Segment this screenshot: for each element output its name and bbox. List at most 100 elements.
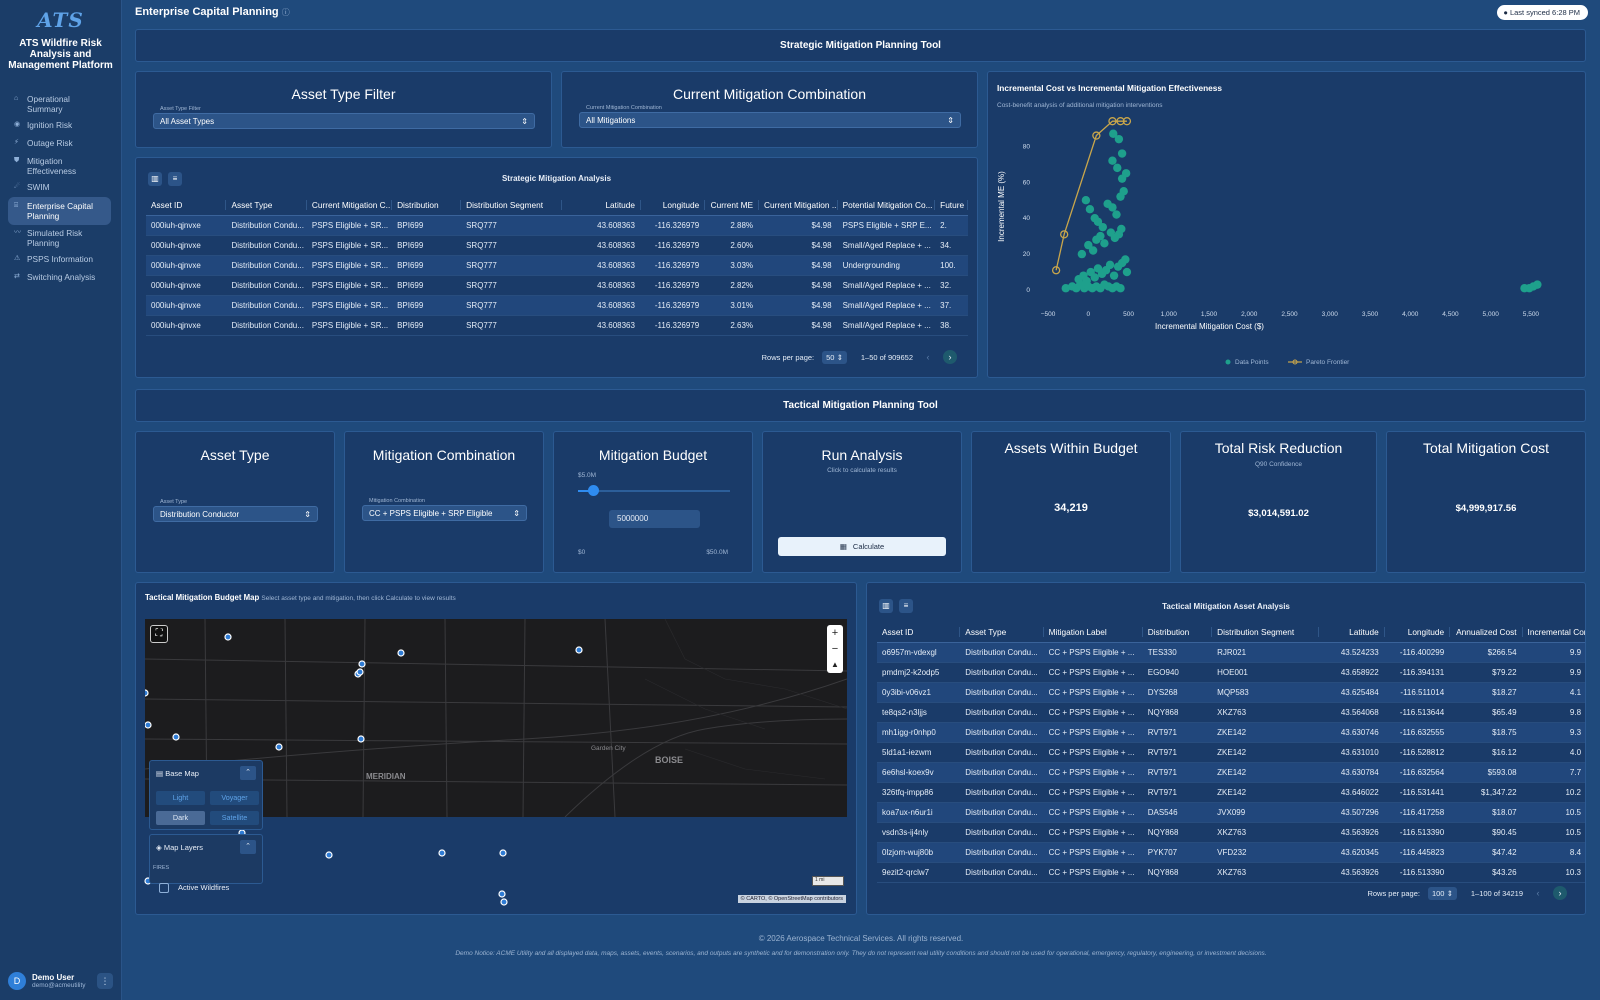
sidebar-item-switching-analysis[interactable]: ⇄ Switching Analysis <box>0 269 113 287</box>
place-garden-city: Garden City <box>591 745 626 752</box>
style-dark[interactable]: Dark <box>156 811 205 825</box>
sidebar-item-swim[interactable]: ☄ SWIM <box>0 179 113 197</box>
active-wildfires-checkbox[interactable] <box>159 883 169 893</box>
data-point <box>1105 260 1115 270</box>
column-header[interactable]: Asset ID <box>146 199 227 210</box>
table-row[interactable]: 0y3ibi-v06vz1 Distribution Condu... CC + P… <box>877 683 1585 703</box>
column-header[interactable]: Asset ID <box>877 626 961 637</box>
calculator-icon: ▦ <box>839 542 847 551</box>
column-header[interactable]: Distribution Segment <box>1212 626 1320 637</box>
table-row[interactable]: 000iuh-qjnvxe Distribution Condu... PSPS E… <box>146 296 968 316</box>
x-tick-label: 2,500 <box>1281 311 1298 318</box>
table-row[interactable]: pmdmj2-k2odp5 Distribution Condu... CC + P… <box>877 663 1585 683</box>
sidebar-item-outage-risk[interactable]: ⚡ Outage Risk <box>0 135 113 153</box>
run-analysis-card: Run Analysis Click to calculate results … <box>762 431 962 573</box>
rows-per-page-select[interactable]: 100 ⇕ <box>1427 886 1457 900</box>
table-row[interactable]: te8qs2-n3ljjs Distribution Condu... CC + P… <box>877 703 1585 723</box>
table-cell: 43.625484 <box>1340 688 1379 697</box>
column-header[interactable]: Annualized Cost <box>1450 626 1523 637</box>
map-attribution[interactable]: © CARTO, © OpenStreetMap contributors <box>737 895 846 903</box>
table-row[interactable]: 6e6hsl-koex9v Distribution Condu... CC + P… <box>877 763 1585 783</box>
prev-page-icon[interactable]: ‹ <box>921 350 935 364</box>
table-cell: 2. <box>940 221 947 230</box>
table-row[interactable]: mh1igg-r0nhp0 Distribution Condu... CC + P… <box>877 723 1585 743</box>
column-header[interactable]: Current Mitigation ... <box>759 199 838 210</box>
table-row[interactable]: 326tfq-impp86 Distribution Condu... CC + P… <box>877 783 1585 803</box>
swim-icon: ☄ <box>14 183 21 190</box>
table-cell: -116.511014 <box>1400 688 1445 697</box>
tactical-mitigation-select[interactable]: CC + PSPS Eligible + SRP Eligible ⇕ <box>362 505 527 521</box>
base-map-control: ▤ Base Map ⌃ Light Voyager Dark Satellit… <box>149 760 263 830</box>
column-header[interactable]: Distribution <box>1143 626 1213 637</box>
shield-icon: ⛊ <box>14 157 20 164</box>
table-row[interactable]: 000iuh-qjnvxe Distribution Condu... PSPS E… <box>146 316 968 336</box>
sidebar-item-enterprise-capital-planning[interactable]: ⌸ Enterprise Capital Planning <box>8 197 111 225</box>
rows-per-page-select[interactable]: 50 ⇕ <box>822 350 847 364</box>
style-voyager[interactable]: Voyager <box>210 791 259 805</box>
column-header[interactable]: Latitude <box>562 199 641 210</box>
table-row[interactable]: 000iuh-qjnvxe Distribution Condu... PSPS E… <box>146 216 968 236</box>
budget-slider-track[interactable] <box>578 485 730 496</box>
table-cell: 43.507296 <box>1340 808 1379 817</box>
sidebar-item-ignition-risk[interactable]: ◉ Ignition Risk <box>0 117 113 135</box>
sidebar-item-mitigation-effectiveness[interactable]: ⛊ Mitigation Effectiveness <box>0 153 113 179</box>
next-page-icon[interactable]: › <box>943 350 957 364</box>
table-row[interactable]: koa7ux-n6ur1i Distribution Condu... CC + P… <box>877 803 1585 823</box>
table-row[interactable]: 000iuh-qjnvxe Distribution Condu... PSPS E… <box>146 276 968 296</box>
column-header[interactable]: Distribution Segment <box>461 199 563 210</box>
table-cell: 43.608363 <box>597 221 635 230</box>
table-row[interactable]: 5ld1a1-iezwm Distribution Condu... CC + PS… <box>877 743 1585 763</box>
column-header[interactable]: Longitude <box>641 199 706 210</box>
fullscreen-icon[interactable]: ⛶ <box>150 625 168 643</box>
budget-input[interactable]: 5000000 <box>609 510 700 528</box>
next-page-icon[interactable]: › <box>1553 886 1567 900</box>
prev-page-icon[interactable]: ‹ <box>1531 886 1545 900</box>
sidebar-item-operational-summary[interactable]: ⌂ Operational Summary <box>0 91 113 117</box>
calculate-button[interactable]: ▦ Calculate <box>778 537 946 556</box>
table-cell: Small/Aged Replace + ... <box>842 241 931 250</box>
asset-filter-value: All Asset Types <box>160 116 215 126</box>
column-header[interactable]: Incremental Comb <box>1523 627 1585 637</box>
column-header[interactable]: Longitude <box>1385 626 1451 637</box>
table-cell: $79.22 <box>1492 668 1517 677</box>
table-row[interactable]: vsdn3s-ij4nly Distribution Condu... CC + P… <box>877 823 1585 843</box>
style-light[interactable]: Light <box>156 791 205 805</box>
compass-icon[interactable]: ▲ <box>827 657 843 673</box>
mitigation-combination-select[interactable]: All Mitigations ⇕ <box>579 112 961 128</box>
column-header[interactable]: Potential Mitigation Co... <box>838 199 936 210</box>
column-header[interactable]: Distribution <box>392 199 462 210</box>
column-header[interactable]: Latitude <box>1319 626 1385 637</box>
table-row[interactable]: 9ezit2-qrclw7 Distribution Condu... CC + P… <box>877 863 1585 883</box>
asset-type-select[interactable]: All Asset Types ⇕ <box>153 113 535 129</box>
sidebar-item-simulated-risk-planning[interactable]: 〰 Simulated Risk Planning <box>0 225 113 251</box>
column-header[interactable]: Asset Type <box>960 626 1044 637</box>
column-header[interactable]: Current Mitigation C... <box>307 199 393 210</box>
zoom-in-icon[interactable]: + <box>827 625 843 641</box>
column-header[interactable]: Future <box>935 199 968 210</box>
zoom-out-icon[interactable]: − <box>827 641 843 657</box>
table-row[interactable]: 000iuh-qjnvxe Distribution Condu... PSPS E… <box>146 236 968 256</box>
tactical-asset-type-select[interactable]: Distribution Conductor ⇕ <box>153 506 318 522</box>
table-row[interactable]: 0lzjom-wuj80b Distribution Condu... CC + P… <box>877 843 1585 863</box>
sidebar-item-psps-information[interactable]: ⚠ PSPS Information <box>0 251 113 269</box>
collapse-icon[interactable]: ⌃ <box>240 840 256 854</box>
column-header[interactable]: Mitigation Label <box>1044 626 1143 637</box>
table-cell: -116.531441 <box>1399 788 1445 797</box>
legend-pareto-frontier: Pareto Frontier <box>1306 359 1350 366</box>
more-vert-icon[interactable]: ⋮ <box>97 973 113 989</box>
collapse-icon[interactable]: ⌃ <box>240 766 256 780</box>
table-row[interactable]: o6957m-vdexgl Distribution Condu... CC + P… <box>877 643 1585 663</box>
style-satellite[interactable]: Satellite <box>210 811 259 825</box>
sidebar-item-label: PSPS Information <box>27 254 93 264</box>
column-header[interactable]: Asset Type <box>226 199 307 210</box>
flame-icon: ◉ <box>14 121 21 128</box>
map-scale: 1 mi <box>812 876 844 886</box>
table-cell: NQY868 <box>1147 828 1179 837</box>
table-cell: -116.394131 <box>1399 668 1445 677</box>
avatar[interactable]: D <box>8 972 26 990</box>
page-title-text: Enterprise Capital Planning <box>135 6 279 18</box>
column-header[interactable]: Current ME <box>705 199 760 210</box>
info-icon[interactable]: ⓘ <box>282 8 290 17</box>
table-row[interactable]: 000iuh-qjnvxe Distribution Condu... PSPS E… <box>146 256 968 276</box>
budget-slider-thumb[interactable] <box>588 485 600 496</box>
